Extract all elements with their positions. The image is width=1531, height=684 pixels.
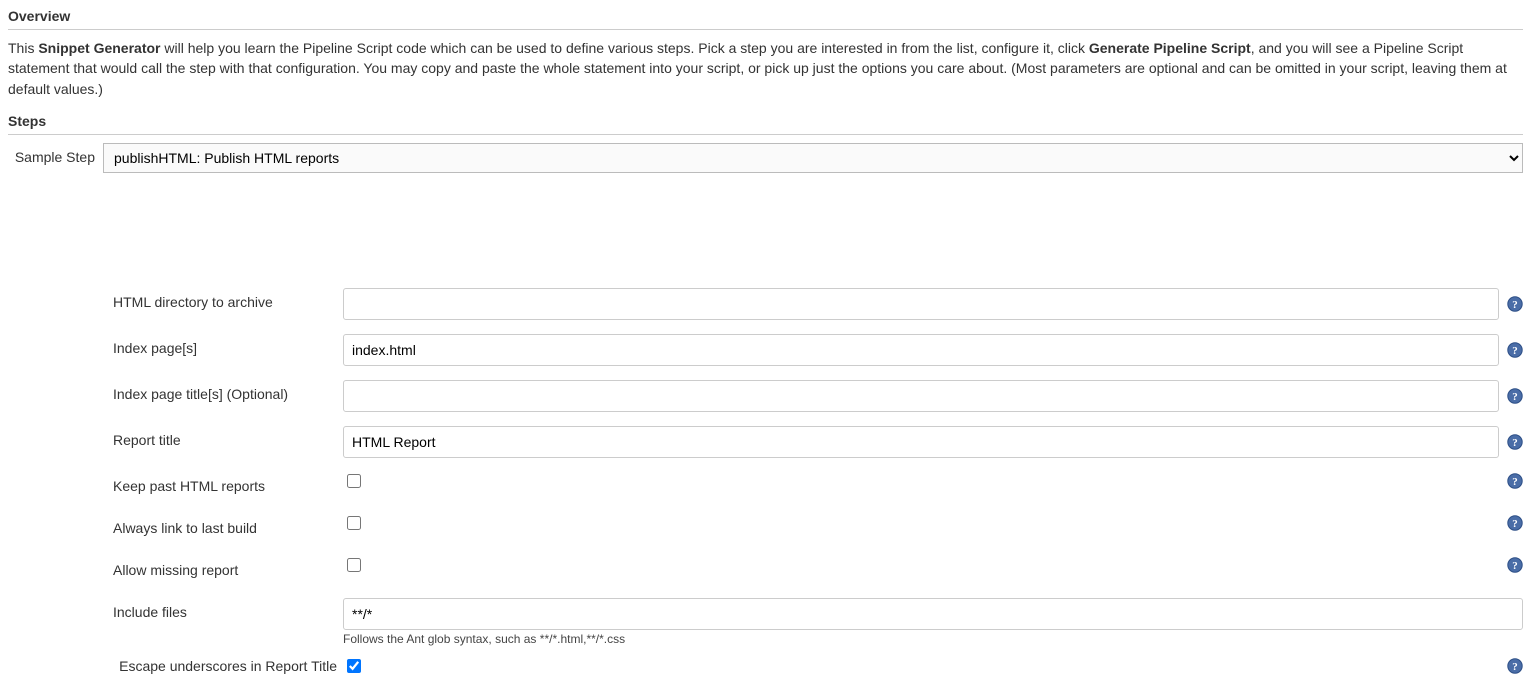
help-icon[interactable] [1507,296,1523,312]
include-files-hint: Follows the Ant glob syntax, such as **/… [343,632,1523,646]
steps-heading: Steps [8,113,1523,135]
help-icon[interactable] [1507,388,1523,404]
overview-heading: Overview [8,8,1523,30]
always-link-label: Always link to last build [113,514,343,536]
keep-past-reports-label: Keep past HTML reports [113,472,343,494]
include-files-label: Include files [113,598,343,620]
html-directory-label: HTML directory to archive [113,288,343,310]
index-pages-label: Index page[s] [113,334,343,356]
always-link-checkbox[interactable] [347,516,361,530]
sample-step-select[interactable]: publishHTML: Publish HTML reports [103,143,1523,173]
keep-past-reports-checkbox[interactable] [347,474,361,488]
overview-bold-2: Generate Pipeline Script [1089,40,1251,56]
index-page-titles-input[interactable] [343,380,1499,412]
report-title-input[interactable] [343,426,1499,458]
overview-text-1: This [8,40,38,56]
index-page-titles-label: Index page title[s] (Optional) [113,380,343,402]
help-icon[interactable] [1507,342,1523,358]
overview-text-2: will help you learn the Pipeline Script … [160,40,1088,56]
help-icon[interactable] [1507,557,1523,573]
help-icon[interactable] [1507,515,1523,531]
include-files-input[interactable] [343,598,1523,630]
sample-step-label: Sample Step [8,143,103,165]
allow-missing-label: Allow missing report [113,556,343,578]
html-directory-input[interactable] [343,288,1499,320]
help-icon[interactable] [1507,434,1523,450]
report-title-label: Report title [113,426,343,448]
index-pages-input[interactable] [343,334,1499,366]
overview-bold-1: Snippet Generator [38,40,160,56]
help-icon[interactable] [1507,473,1523,489]
overview-paragraph: This Snippet Generator will help you lea… [8,38,1523,99]
allow-missing-checkbox[interactable] [347,558,361,572]
